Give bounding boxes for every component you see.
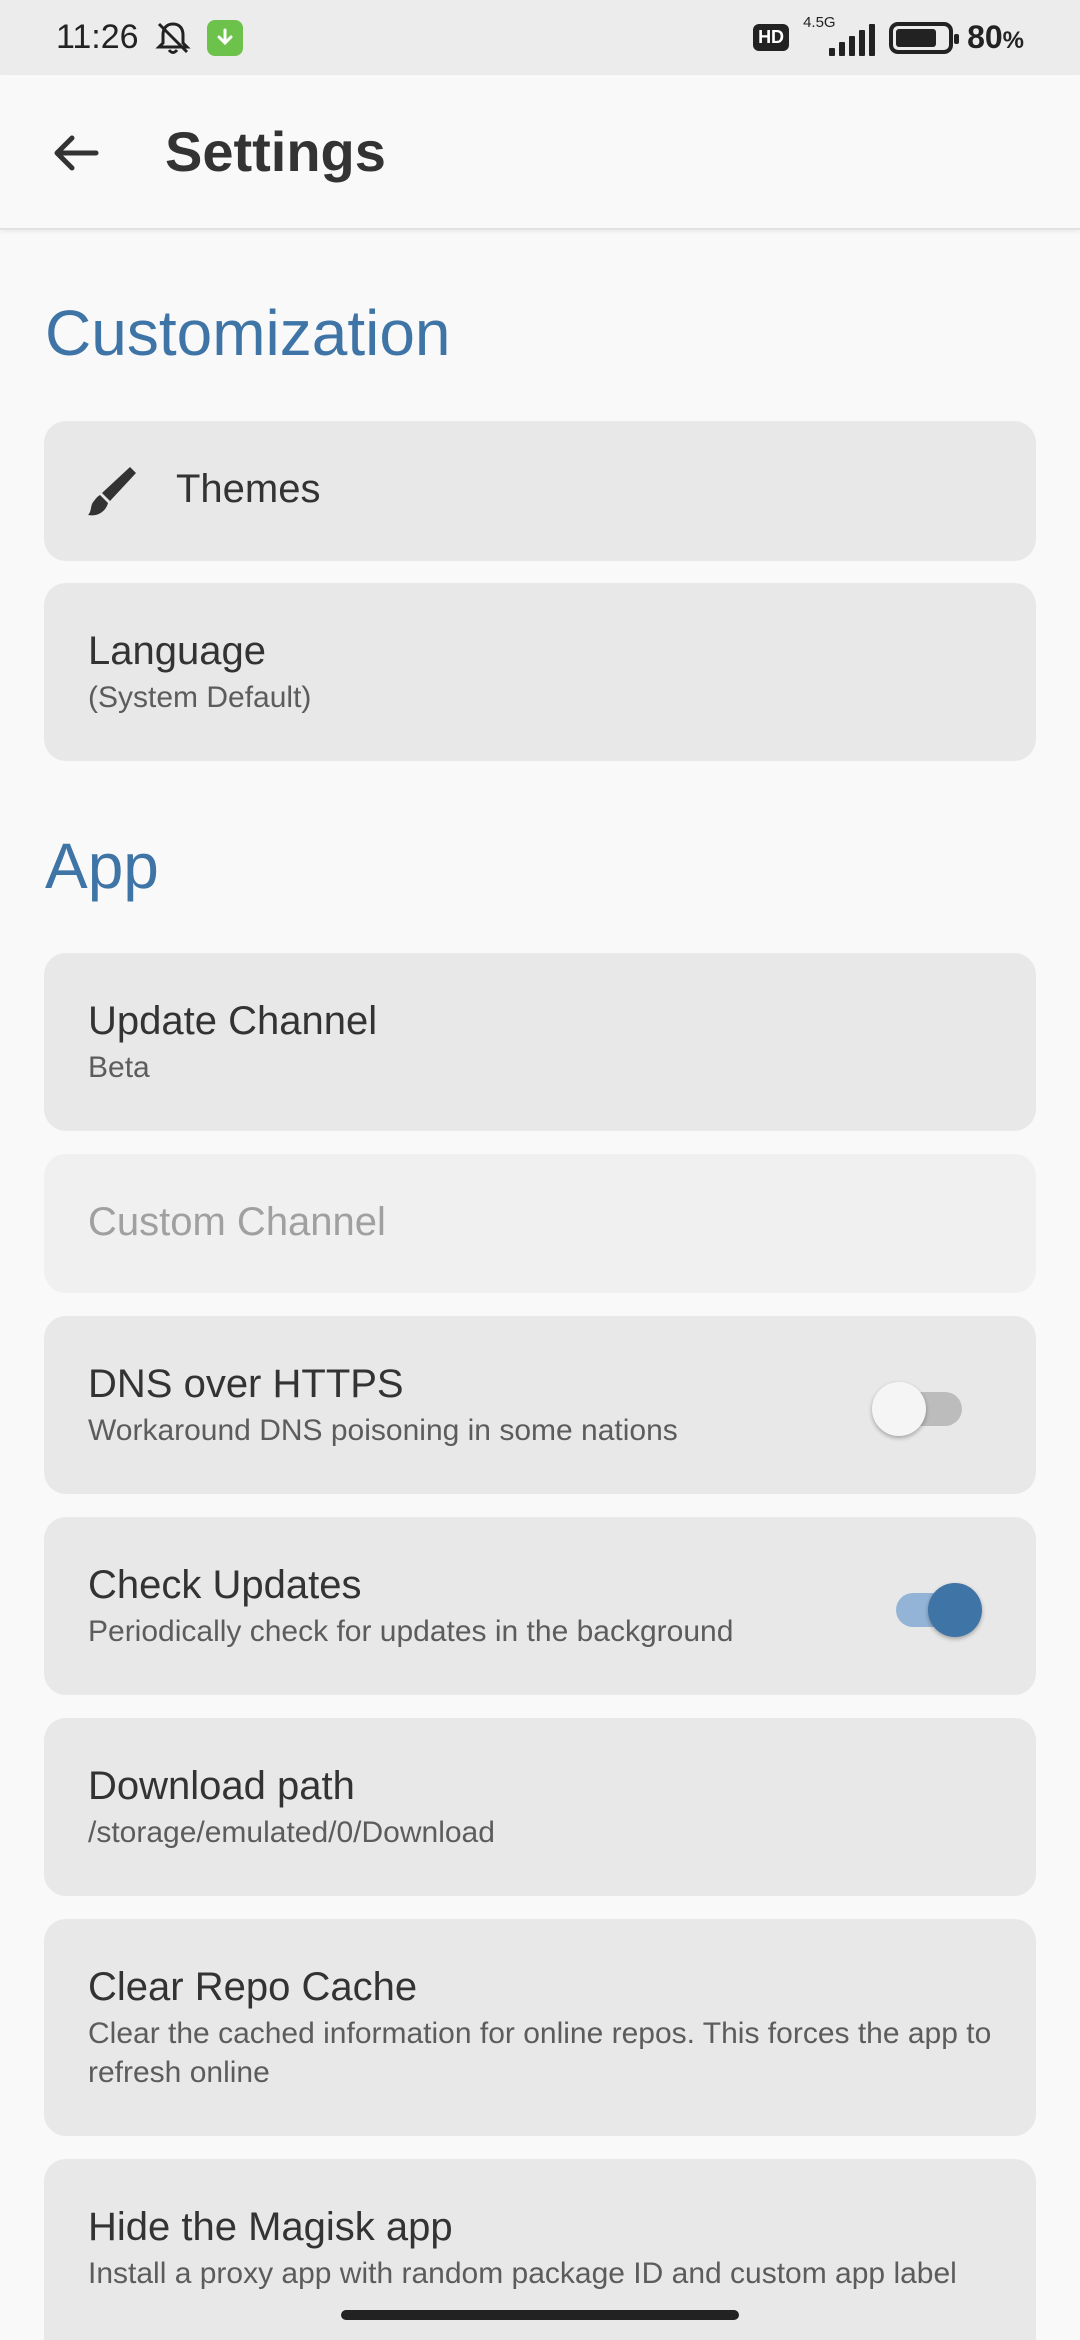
status-right: HD 4.5G 80% [753, 14, 1024, 58]
page-title: Settings [165, 120, 386, 183]
check-updates-switch[interactable] [886, 1575, 982, 1637]
back-button[interactable] [44, 121, 108, 185]
battery-unit: % [1002, 27, 1024, 54]
setting-language[interactable]: Language (System Default) [44, 583, 1036, 761]
setting-title: Hide the Magisk app [88, 2205, 453, 2249]
setting-download-path[interactable]: Download path /storage/emulated/0/Downlo… [44, 1718, 1036, 1896]
clock: 11:26 [56, 18, 139, 56]
setting-title: Language [88, 629, 266, 673]
setting-title: Custom Channel [88, 1200, 386, 1244]
hd-icon: HD [753, 24, 790, 51]
setting-title: Download path [88, 1764, 355, 1808]
battery-icon [889, 21, 960, 54]
status-left: 11:26 [56, 18, 243, 58]
battery-value: 80 [967, 19, 1003, 55]
setting-title: DNS over HTTPS [88, 1362, 404, 1406]
setting-title: Check Updates [88, 1563, 362, 1607]
signal-icon: 4.5G [803, 14, 876, 58]
arrow-left-icon [54, 135, 99, 171]
status-bar: 11:26 HD 4.5G 80% [0, 0, 1080, 75]
setting-custom-channel[interactable]: Custom Channel [44, 1154, 1036, 1293]
setting-summary: (System Default) [88, 681, 312, 714]
section-title-customization: Customization [45, 297, 451, 369]
dns-over-https-switch[interactable] [872, 1374, 968, 1436]
setting-dns-over-https[interactable]: DNS over HTTPS Workaround DNS poisoning … [44, 1316, 1036, 1494]
setting-summary: /storage/emulated/0/Download [88, 1816, 495, 1849]
download-badge-icon [206, 19, 243, 56]
setting-themes[interactable]: Themes [44, 421, 1036, 561]
setting-update-channel[interactable]: Update Channel Beta [44, 953, 1036, 1131]
screen: 11:26 HD 4.5G 80% Settings Customization… [0, 0, 1080, 2340]
setting-title: Update Channel [88, 999, 378, 1043]
paintbrush-icon [88, 467, 136, 516]
setting-title: Clear Repo Cache [88, 1965, 418, 2009]
setting-summary: Beta [88, 1051, 150, 1084]
section-title-app: App [45, 830, 159, 902]
setting-summary: Workaround DNS poisoning in some nations [88, 1414, 678, 1447]
app-bar: Settings [0, 75, 1080, 230]
bell-off-icon [154, 21, 191, 54]
battery-percent: 80% [967, 19, 1024, 56]
setting-summary: Install a proxy app with random package … [88, 2257, 957, 2290]
setting-summary: Clear the cached information for online … [88, 2017, 992, 2089]
setting-title: Themes [176, 467, 321, 511]
home-indicator[interactable] [341, 2310, 739, 2320]
setting-clear-repo-cache[interactable]: Clear Repo Cache Clear the cached inform… [44, 1919, 1036, 2136]
setting-summary: Periodically check for updates in the ba… [88, 1615, 734, 1648]
setting-check-updates[interactable]: Check Updates Periodically check for upd… [44, 1517, 1036, 1695]
